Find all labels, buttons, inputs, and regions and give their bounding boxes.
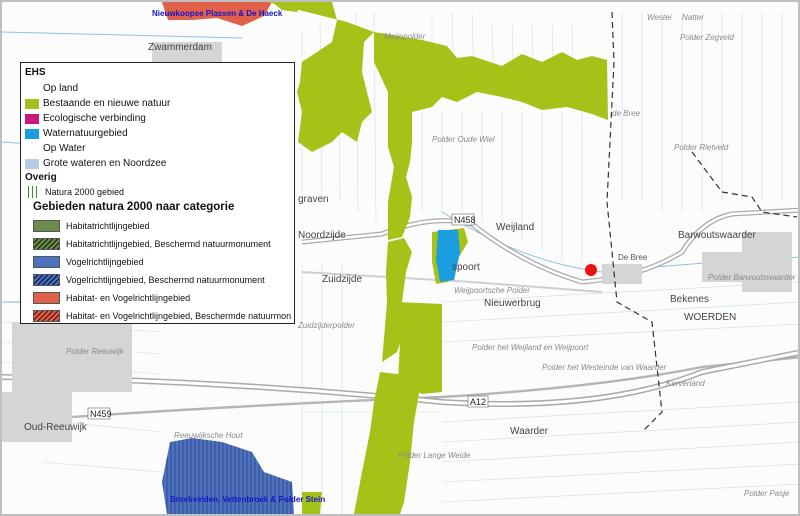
label-waarder: Waarder	[510, 426, 549, 437]
legend-swatch-vogel	[33, 256, 60, 268]
legend-swatch-vogel-bm	[33, 274, 60, 286]
location-marker[interactable]	[585, 264, 597, 276]
legend-item-hab-vogel-bm: Habitat- en Vogelrichtlijngebied, Besche…	[33, 310, 291, 322]
svg-text:Reeuwijksche Hout: Reeuwijksche Hout	[174, 431, 243, 440]
legend-item-habitat: Habitatrichtlijngebied	[33, 220, 150, 232]
label-bekenes: Bekenes	[670, 294, 709, 305]
legend-categorie-title: Gebieden natura 2000 naar categorie	[33, 201, 235, 213]
legend-ehs-title: EHS	[25, 67, 46, 78]
svg-text:graven: graven	[298, 194, 329, 205]
label-zwammerdam: Zwammerdam	[148, 42, 212, 53]
svg-text:Westei: Westei	[647, 13, 672, 22]
road-shield-a12: A12	[467, 395, 489, 408]
svg-text:Polder Oude Wiel: Polder Oude Wiel	[432, 135, 495, 144]
svg-text:Polder Pasje: Polder Pasje	[744, 489, 790, 498]
svg-text:Kerverland: Kerverland	[666, 379, 705, 388]
legend-item-natura: Natura 2000 gebied	[25, 186, 124, 198]
label-barwoutswaarder: Barwoutswaarder	[678, 230, 756, 241]
svg-text:Weijpoortsche Polder: Weijpoortsche Polder	[454, 286, 530, 295]
label-nieuwerbrug: Nieuwerbrug	[484, 298, 541, 309]
legend-item-hab-vogel: Habitat- en Vogelrichtlijngebied	[33, 292, 190, 304]
legend-item-vogel: Vogelrichtlijngebied	[33, 256, 144, 268]
legend-swatch-hab-vogel	[33, 292, 60, 304]
map-frame: N458 N459 A12 Zwammerdam Meijepolder Wes…	[0, 0, 800, 516]
svg-text:A12: A12	[470, 397, 486, 407]
legend-swatch-waternatuur	[25, 128, 39, 139]
svg-text:de Bree: de Bree	[612, 109, 641, 118]
svg-text:Polder het Westeinde van Waard: Polder het Westeinde van Waarder	[542, 363, 667, 372]
svg-text:spoort: spoort	[452, 262, 480, 273]
label-oud-reeuwijk: Oud-Reeuwijk	[24, 422, 88, 433]
svg-text:Meijepolder: Meijepolder	[384, 32, 426, 41]
waternatuur-area[interactable]	[436, 230, 460, 282]
label-noordzijde: Noordzijde	[298, 230, 346, 241]
road-shield-n458: N458	[451, 213, 476, 226]
svg-text:N459: N459	[90, 409, 112, 419]
svg-text:Zuidzijderpolder: Zuidzijderpolder	[297, 321, 355, 330]
legend-overig-title: Overig	[25, 172, 57, 183]
svg-text:Polder het Weijland en Weijpoo: Polder het Weijland en Weijpoort	[472, 343, 589, 352]
svg-text:De Bree: De Bree	[618, 253, 648, 262]
svg-text:Polder Lange Weide: Polder Lange Weide	[398, 451, 471, 460]
legend-swatch-habitat-bm	[33, 238, 60, 250]
svg-text:Natter: Natter	[682, 13, 704, 22]
svg-text:N458: N458	[454, 215, 476, 225]
legend-swatch-bestaande	[25, 98, 39, 109]
label-woerden: WOERDEN	[684, 312, 736, 323]
svg-text:Polder Barwoutswaarder: Polder Barwoutswaarder	[708, 273, 796, 282]
legend-item-bestaande: Bestaande en nieuwe natuur	[25, 98, 170, 109]
legend-item-waternatuur: Waternatuurgebied	[25, 128, 128, 139]
legend-swatch-ecologische	[25, 113, 39, 124]
legend-item-ecologische: Ecologische verbinding	[25, 113, 146, 124]
legend-swatch-hab-vogel-bm	[33, 310, 60, 322]
municipal-border-2	[691, 151, 798, 218]
legend-swatch-habitat	[33, 220, 60, 232]
legend-item-grote-wateren: Grote wateren en Noordzee	[25, 158, 166, 169]
svg-text:Polder Zegveld: Polder Zegveld	[680, 33, 734, 42]
legend-op-land: Op land	[43, 83, 79, 94]
svg-text:Polder Reeuwijk: Polder Reeuwijk	[66, 347, 125, 356]
legend-swatch-natura	[25, 186, 39, 198]
svg-text:Zuidzijde: Zuidzijde	[322, 274, 362, 285]
legend-item-vogel-bm: Vogelrichtlijngebied, Beschermd natuurmo…	[33, 274, 265, 286]
legend-item-habitat-bm: Habitatrichtlijngebied, Beschermd natuur…	[33, 238, 271, 250]
label-weijland: Weijland	[496, 222, 534, 233]
label-natura-bottom: Broekvelden, Vettenbroek & Polder Stein	[170, 495, 325, 504]
svg-text:Polder Rietveld: Polder Rietveld	[674, 143, 729, 152]
label-natura-top: Nieuwkoopse Plassen & De Haeck	[152, 9, 283, 18]
road-shield-n459: N459	[87, 407, 112, 420]
legend-swatch-grote-wateren	[25, 158, 39, 169]
map-legend: EHS Op land Bestaande en nieuwe natuur E…	[20, 62, 295, 324]
legend-op-water: Op Water	[43, 143, 86, 154]
